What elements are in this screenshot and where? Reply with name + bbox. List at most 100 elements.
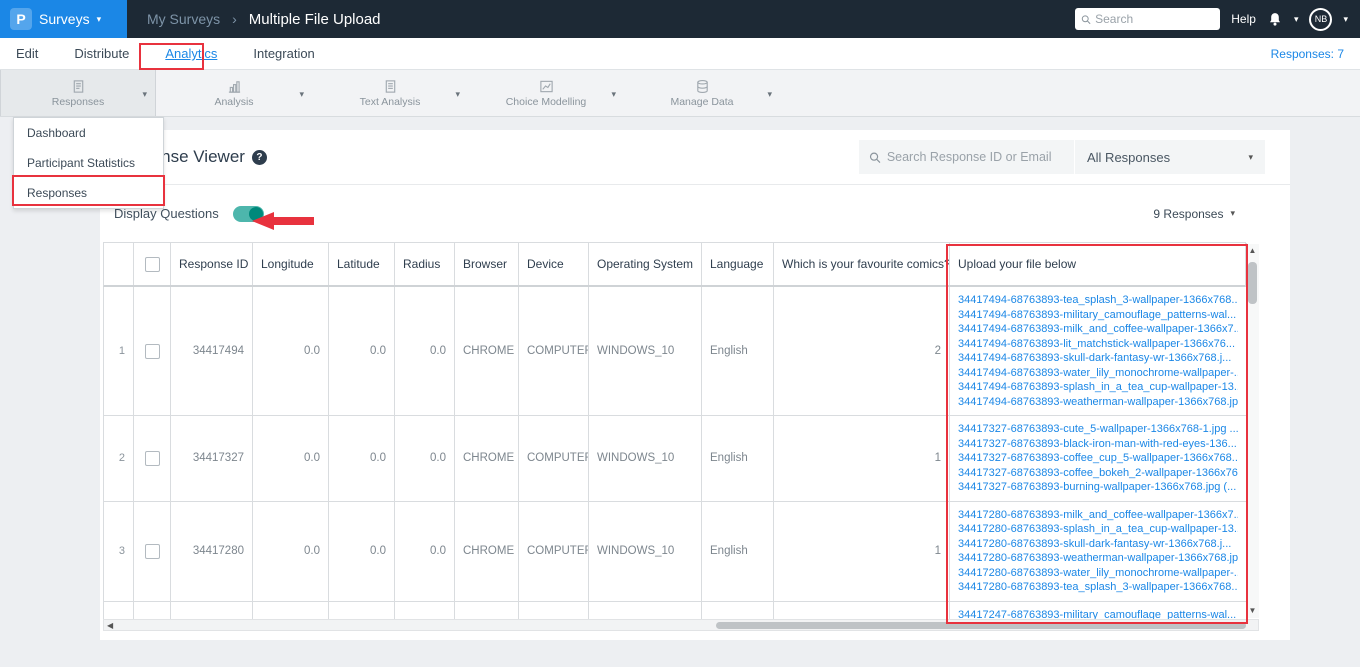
col-header-operating-system[interactable]: Operating System <box>589 243 702 285</box>
tab-integration[interactable]: Integration <box>253 46 314 61</box>
row-checkbox-cell <box>134 601 171 619</box>
col-header-latitude[interactable]: Latitude <box>329 243 395 285</box>
file-link[interactable]: 34417280-68763893-weatherman-wallpaper-1… <box>958 551 1238 566</box>
file-link[interactable]: 34417280-68763893-milk_and_coffee-wallpa… <box>958 508 1238 523</box>
comics-cell <box>774 601 950 619</box>
radius-cell <box>395 601 455 619</box>
file-link[interactable]: 34417280-68763893-splash_in_a_tea_cup-wa… <box>958 522 1238 537</box>
menu-item-participant-statistics[interactable]: Participant Statistics <box>14 148 163 178</box>
radius-cell: 0.0 <box>395 287 455 415</box>
file-link[interactable]: 34417327-68763893-cute_5-wallpaper-1366x… <box>958 422 1238 437</box>
database-icon <box>696 79 708 93</box>
select-all-checkbox[interactable] <box>144 256 160 272</box>
response-filter-select[interactable]: All Responses ▾ <box>1075 140 1265 174</box>
toolbar-analysis[interactable]: Analysis ▾ <box>156 70 312 116</box>
col-header-response-id[interactable]: Response ID ▲ <box>171 243 253 285</box>
menu-item-dashboard[interactable]: Dashboard <box>14 118 163 148</box>
col-header-comics-question[interactable]: Which is your favourite comics? <box>774 243 950 285</box>
longitude-cell <box>253 601 329 619</box>
menu-item-responses[interactable]: Responses <box>14 178 163 208</box>
radius-cell: 0.0 <box>395 416 455 501</box>
file-link[interactable]: 34417494-68763893-military_camouflage_pa… <box>958 308 1238 323</box>
responses-summary-dropdown[interactable]: 9 Responses ▾ <box>1153 207 1235 221</box>
response-id-cell[interactable]: 34417494 <box>171 287 253 415</box>
survey-nav: Edit Distribute Analytics Integration Re… <box>0 38 1360 70</box>
row-checkbox-cell <box>134 501 171 601</box>
tab-edit[interactable]: Edit <box>16 46 38 61</box>
user-avatar[interactable]: NB <box>1309 7 1333 31</box>
file-link[interactable]: 34417247-68763893-military_camouflage_pa… <box>958 608 1238 620</box>
row-checkbox[interactable] <box>144 450 160 466</box>
row-checkbox[interactable] <box>144 543 160 559</box>
horizontal-scroll-thumb[interactable] <box>715 622 1247 629</box>
global-search-input[interactable] <box>1095 12 1215 26</box>
file-link[interactable]: 34417494-68763893-tea_splash_3-wallpaper… <box>958 293 1238 308</box>
response-id-cell[interactable]: 34417280 <box>171 501 253 601</box>
vertical-scrollbar[interactable]: ▲ ▼ <box>1246 244 1259 618</box>
file-link[interactable]: 34417327-68763893-coffee_bokeh_2-wallpap… <box>958 466 1238 481</box>
analytics-toolbar: Responses ▾ Analysis ▾ Text Analysis ▾ C… <box>0 70 1360 117</box>
file-link[interactable]: 34417494-68763893-skull-dark-fantasy-wr-… <box>958 351 1238 366</box>
longitude-cell: 0.0 <box>253 501 329 601</box>
help-link[interactable]: Help <box>1231 12 1256 26</box>
browser-cell: CHROME <box>455 416 519 501</box>
os-cell: WINDOWS_10 <box>589 416 702 501</box>
os-cell: WINDOWS_10 <box>589 287 702 415</box>
scroll-left-icon[interactable]: ◀ <box>104 621 116 630</box>
file-link[interactable]: 34417280-68763893-skull-dark-fantasy-wr-… <box>958 537 1238 552</box>
col-header-upload-file[interactable]: Upload your file below <box>950 243 1247 285</box>
tab-distribute[interactable]: Distribute <box>74 46 129 61</box>
product-switcher[interactable]: P Surveys ▾ <box>0 0 127 38</box>
file-link[interactable]: 34417327-68763893-black-iron-man-with-re… <box>958 437 1238 452</box>
row-checkbox[interactable] <box>144 343 160 359</box>
file-link[interactable]: 34417327-68763893-burning-wallpaper-1366… <box>958 480 1238 495</box>
scroll-up-icon[interactable]: ▲ <box>1249 244 1257 258</box>
file-link[interactable]: 34417494-68763893-splash_in_a_tea_cup-wa… <box>958 380 1238 395</box>
file-link[interactable]: 34417494-68763893-lit_matchstick-wallpap… <box>958 337 1238 352</box>
file-link[interactable]: 34417494-68763893-milk_and_coffee-wallpa… <box>958 322 1238 337</box>
text-doc-icon <box>385 79 395 93</box>
response-id-cell[interactable]: 34417327 <box>171 416 253 501</box>
table-row: 34417247-68763893-military_camouflage_pa… <box>104 601 1246 620</box>
chevron-down-icon: ▾ <box>96 13 102 24</box>
col-header-radius[interactable]: Radius <box>395 243 455 285</box>
notifications-bell-icon[interactable] <box>1267 11 1283 28</box>
num-cell: 3 <box>104 501 134 601</box>
file-link[interactable]: 34417280-68763893-water_lily_monochrome-… <box>958 566 1238 581</box>
viewer-header: Response Viewer ? All Responses ▾ <box>100 130 1290 185</box>
toolbar-responses[interactable]: Responses ▾ <box>0 70 156 116</box>
display-questions-toggle[interactable] <box>232 205 264 222</box>
device-cell: COMPUTER <box>519 416 589 501</box>
col-header-browser[interactable]: Browser <box>455 243 519 285</box>
response-search-input[interactable] <box>886 150 1064 164</box>
col-header-device[interactable]: Device <box>519 243 589 285</box>
viewer-controls-row: Display Questions 9 Responses ▾ <box>100 185 1290 242</box>
horizontal-scrollbar[interactable]: ◀ <box>103 619 1259 631</box>
responses-count[interactable]: Responses: 7 <box>1271 47 1344 61</box>
uploaded-files-cell: 34417327-68763893-cute_5-wallpaper-1366x… <box>950 416 1246 501</box>
uploaded-files-cell: 34417280-68763893-milk_and_coffee-wallpa… <box>950 502 1246 601</box>
response-search <box>859 140 1074 174</box>
file-link[interactable]: 34417494-68763893-water_lily_monochrome-… <box>958 366 1238 381</box>
top-bar: P Surveys ▾ My Surveys › Multiple File U… <box>0 0 1360 38</box>
help-icon[interactable]: ? <box>251 149 267 165</box>
account-caret-icon[interactable]: ▾ <box>1343 14 1348 25</box>
col-header-longitude[interactable]: Longitude <box>253 243 329 285</box>
file-link[interactable]: 34417280-68763893-tea_splash_3-wallpaper… <box>958 580 1238 595</box>
toolbar-choice-modelling[interactable]: Choice Modelling ▾ <box>468 70 624 116</box>
breadcrumb-parent[interactable]: My Surveys <box>147 11 220 27</box>
table-body: 1 34417494 0.0 0.0 0.0 CHROME COMPUTER WINDOWS_… <box>103 287 1246 619</box>
col-header-language[interactable]: Language <box>702 243 774 285</box>
file-link[interactable]: 34417327-68763893-coffee_cup_5-wallpaper… <box>958 451 1238 466</box>
response-viewer-panel: Response Viewer ? All Responses ▾ Displa… <box>100 130 1290 640</box>
file-link[interactable]: 34417494-68763893-weatherman-wallpaper-1… <box>958 395 1238 410</box>
toolbar-text-analysis[interactable]: Text Analysis ▾ <box>312 70 468 116</box>
tab-analytics[interactable]: Analytics <box>165 46 217 61</box>
response-filter-value: All Responses <box>1087 149 1171 165</box>
notifications-caret-icon[interactable]: ▾ <box>1294 14 1299 25</box>
toolbar-manage-data[interactable]: Manage Data ▾ <box>624 70 780 116</box>
scroll-down-icon[interactable]: ▼ <box>1249 604 1257 618</box>
os-cell: WINDOWS_10 <box>589 501 702 601</box>
latitude-cell: 0.0 <box>329 416 395 501</box>
vertical-scroll-thumb[interactable] <box>1248 262 1257 304</box>
